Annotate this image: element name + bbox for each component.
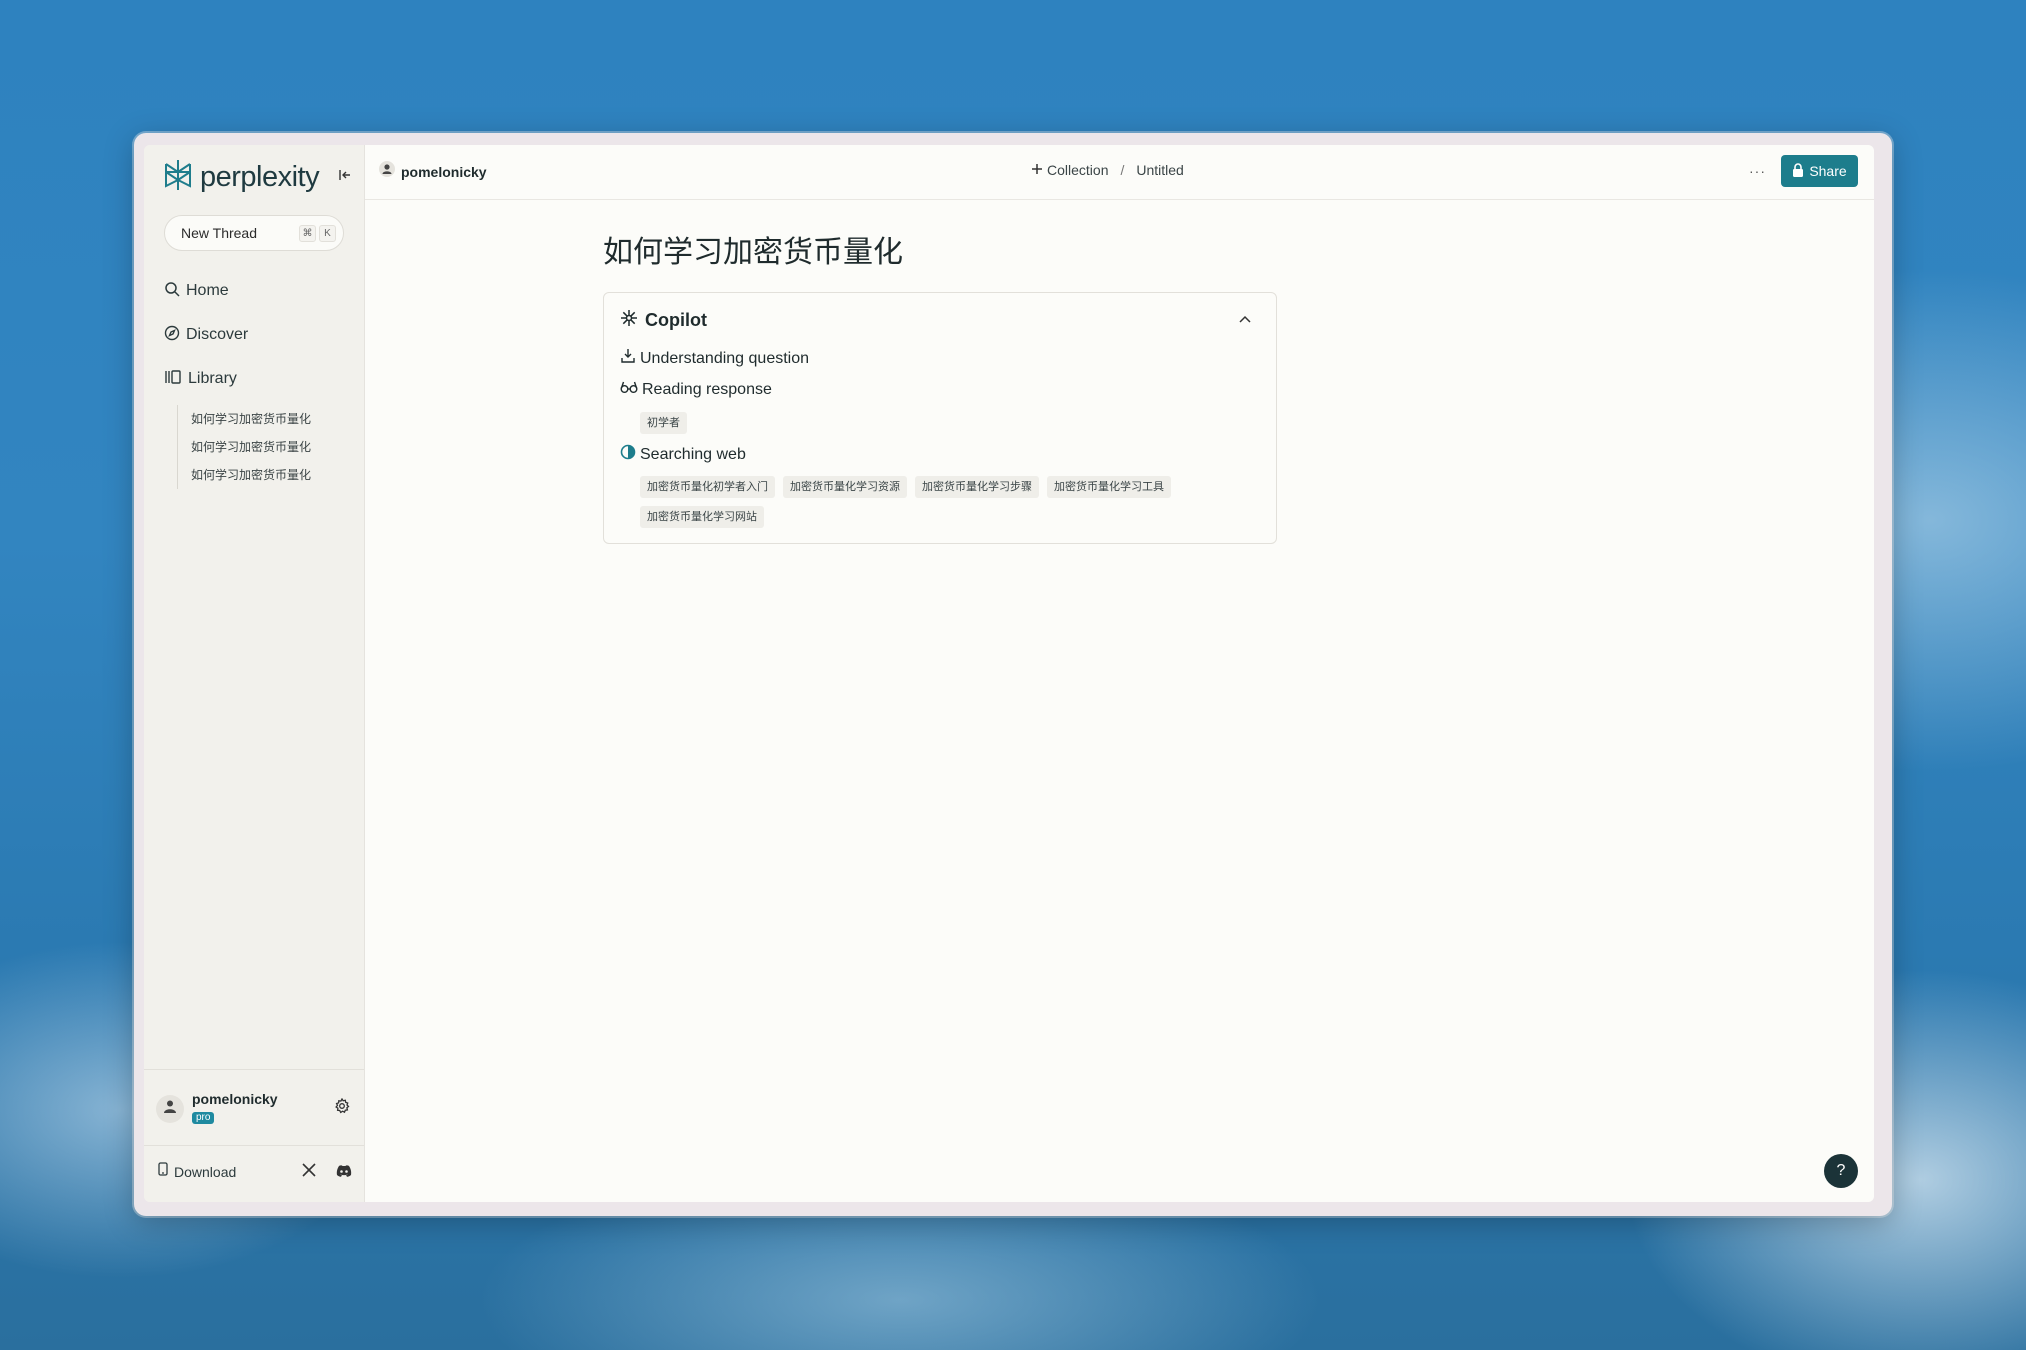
copilot-header[interactable]: Copilot [620, 309, 707, 332]
user-name: pomelonicky [192, 1091, 278, 1107]
search-query-chip: 加密货币量化学习网站 [640, 506, 764, 528]
breadcrumb-separator: / [1120, 162, 1125, 178]
help-button[interactable]: ? [1824, 1154, 1858, 1188]
sidebar-item-library[interactable]: Library [164, 365, 237, 393]
new-thread-label: New Thread [181, 225, 258, 241]
shortcut-key-k: K [319, 225, 336, 242]
compass-icon [164, 325, 180, 346]
user-icon [379, 161, 395, 182]
gear-icon [334, 1097, 350, 1118]
download-label: Download [174, 1163, 237, 1180]
sidebar-item-label: Discover [186, 326, 249, 343]
step-label: Reading response [642, 380, 772, 398]
search-query-chip: 加密货币量化学习步骤 [915, 476, 1039, 498]
share-label: Share [1809, 163, 1847, 179]
sidebar-item-label: Library [188, 370, 237, 387]
sidebar-item-home[interactable]: Home [164, 277, 229, 305]
search-icon [164, 281, 180, 302]
copilot-title: Copilot [645, 310, 707, 330]
top-user[interactable]: pomelonicky [379, 161, 487, 182]
search-query-chip: 加密货币量化学习工具 [1047, 476, 1171, 498]
library-item[interactable]: 如何学习加密货币量化 [191, 405, 311, 433]
pro-badge: pro [192, 1112, 215, 1124]
search-query-chip: 加密货币量化初学者入门 [640, 476, 775, 498]
step-label: Understanding question [640, 349, 810, 367]
sidebar-user-section: pomelonicky pro [144, 1069, 364, 1124]
main-content: pomelonicky Collection / Untitled ··· Sh… [364, 145, 1874, 1202]
add-to-collection-button[interactable]: Collection [1031, 162, 1108, 178]
lock-icon [1792, 162, 1804, 180]
breadcrumb: Collection / Untitled [1031, 162, 1184, 178]
top-bar: pomelonicky Collection / Untitled ··· Sh… [365, 145, 1874, 200]
search-query-chip: 加密货币量化学习资源 [783, 476, 907, 498]
library-item[interactable]: 如何学习加密货币量化 [191, 461, 311, 489]
library-icon [164, 369, 182, 390]
new-thread-button[interactable]: New Thread ⌘ K [164, 215, 344, 251]
discord-button[interactable] [336, 1164, 352, 1182]
x-twitter-button[interactable] [302, 1163, 316, 1182]
download-tray-icon [620, 348, 636, 369]
collapse-sidebar-button[interactable] [335, 167, 355, 187]
sidebar-footer: Download [144, 1145, 364, 1202]
glasses-icon [620, 380, 638, 399]
page-title: 如何学习加密货币量化 [603, 235, 903, 270]
logo-text: perplexity [200, 161, 320, 193]
collapse-left-icon [338, 168, 352, 187]
user-profile[interactable]: pomelonicky pro [156, 1092, 278, 1125]
top-user-name: pomelonicky [401, 163, 487, 180]
copilot-panel: Copilot Understanding question Reading r… [603, 292, 1277, 544]
copilot-step: Searching web [620, 444, 746, 465]
plus-icon [1031, 162, 1043, 178]
sidebar: perplexity New Thread ⌘ K Home Discover … [144, 145, 364, 1202]
copilot-step: Reading response [620, 380, 772, 399]
query-chip: 初学者 [640, 412, 687, 434]
chevron-up-icon [1238, 311, 1252, 328]
perplexity-logo-icon [162, 158, 194, 197]
app-container: perplexity New Thread ⌘ K Home Discover … [144, 145, 1874, 1202]
avatar [156, 1094, 184, 1123]
phone-icon [158, 1162, 168, 1181]
library-list: 如何学习加密货币量化 如何学习加密货币量化 如何学习加密货币量化 [177, 405, 311, 489]
sidebar-item-label: Home [186, 282, 229, 299]
download-button[interactable]: Download [158, 1162, 236, 1181]
collection-label: Collection [1047, 162, 1109, 178]
copilot-step: Understanding question [620, 348, 809, 369]
step-label: Searching web [640, 445, 746, 463]
search-chips: 加密货币量化初学者入门 加密货币量化学习资源 加密货币量化学习步骤 加密货币量化… [640, 476, 1260, 528]
sidebar-item-discover[interactable]: Discover [164, 321, 248, 349]
more-options-button[interactable]: ··· [1749, 163, 1766, 179]
logo[interactable]: perplexity [162, 158, 320, 197]
collapse-copilot-button[interactable] [1238, 311, 1252, 329]
discord-icon [336, 1164, 352, 1181]
shortcut-key-cmd: ⌘ [299, 225, 316, 242]
x-logo-icon [302, 1163, 316, 1181]
copilot-asterisk-icon [620, 309, 638, 332]
spinner-icon [620, 444, 636, 465]
share-button[interactable]: Share [1781, 155, 1858, 187]
settings-button[interactable] [334, 1097, 350, 1119]
user-icon [163, 1099, 177, 1118]
reading-chips: 初学者 [640, 412, 1260, 434]
page-name[interactable]: Untitled [1136, 162, 1183, 178]
app-window: perplexity New Thread ⌘ K Home Discover … [134, 133, 1892, 1216]
library-item[interactable]: 如何学习加密货币量化 [191, 433, 311, 461]
